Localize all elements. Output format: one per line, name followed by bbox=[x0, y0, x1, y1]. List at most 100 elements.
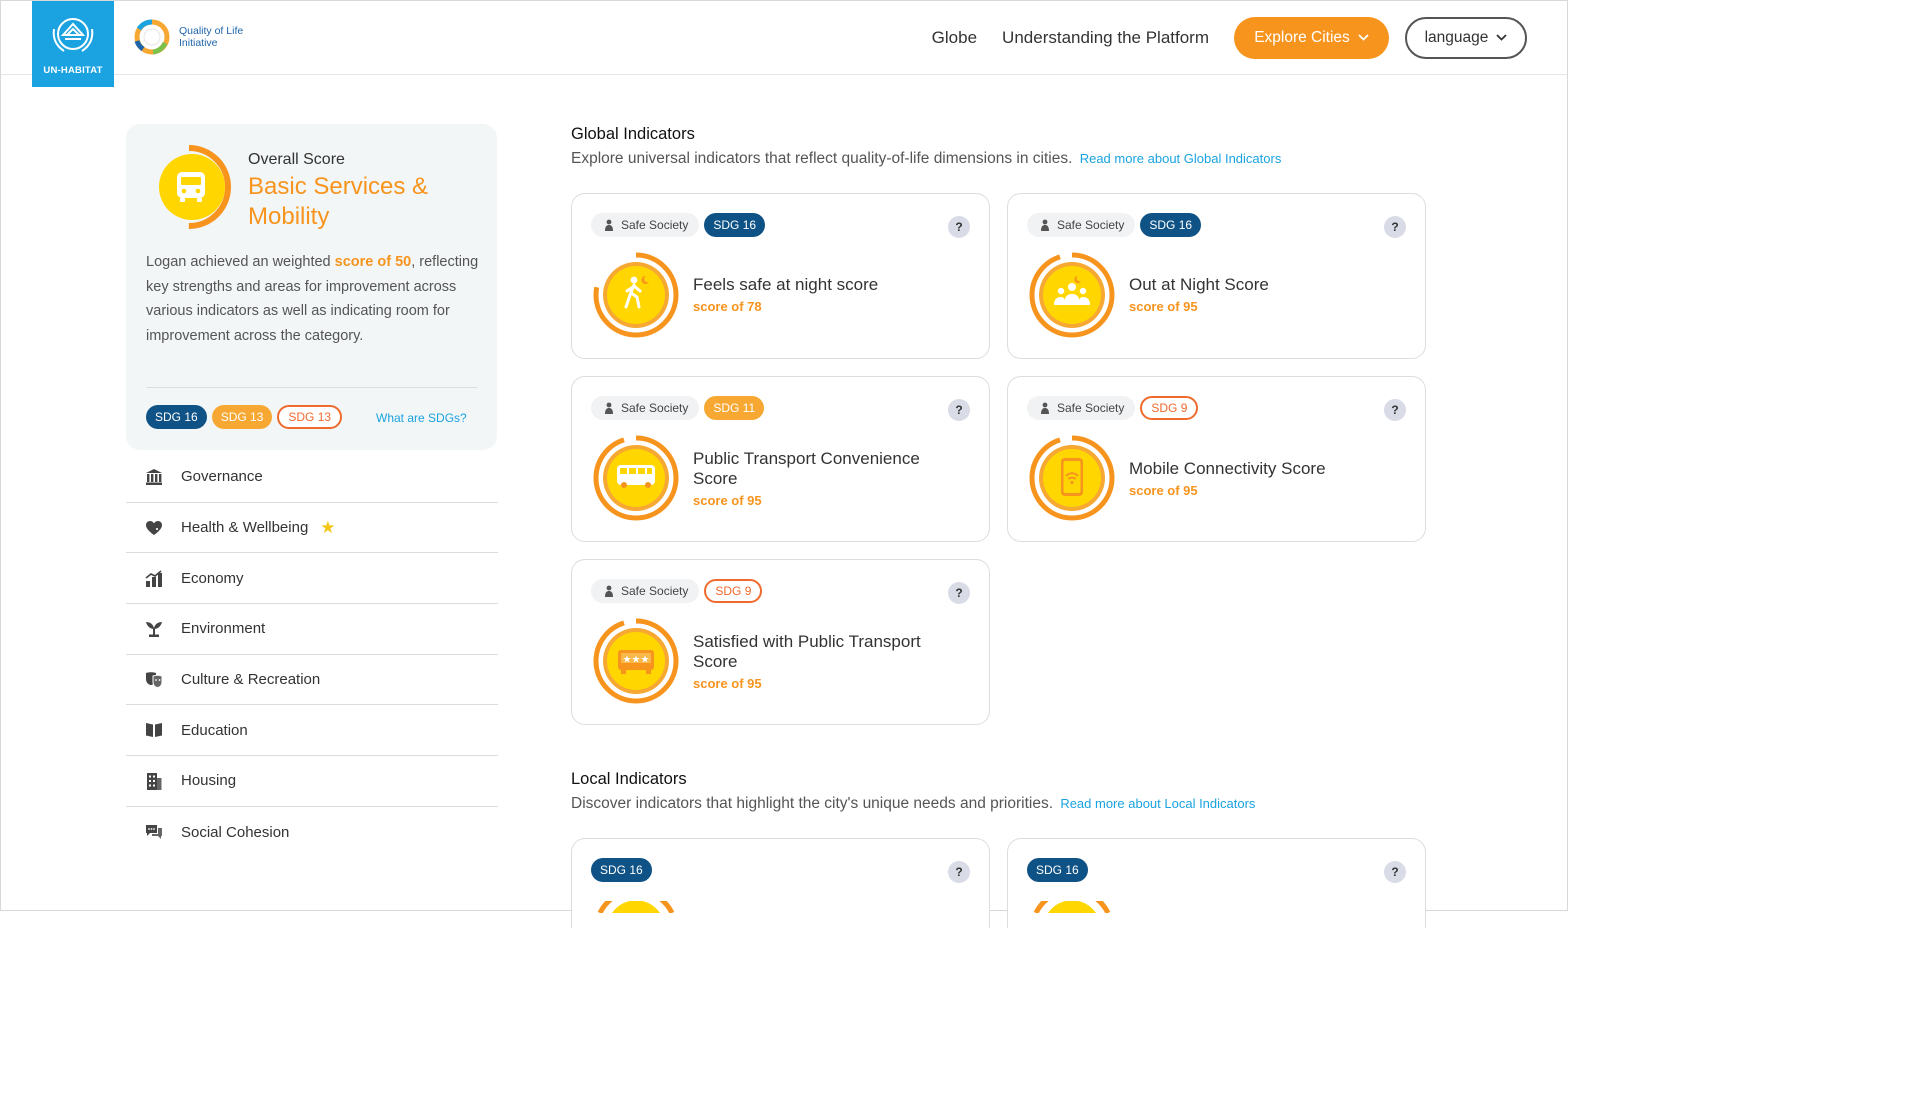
category-education[interactable]: Education bbox=[126, 705, 498, 757]
pin-icon bbox=[604, 585, 614, 597]
sdg-badges: SDG 16 SDG 13 SDG 13 bbox=[146, 405, 347, 429]
qol-emblem-icon bbox=[134, 19, 170, 55]
sdg-badge[interactable]: SDG 16 bbox=[591, 858, 652, 882]
book-icon bbox=[145, 721, 163, 739]
chat-icon bbox=[145, 823, 163, 841]
local-indicators-subtitle: Discover indicators that highlight the c… bbox=[571, 795, 1256, 812]
help-icon[interactable]: ? bbox=[1384, 216, 1406, 238]
sdg-badge[interactable]: SDG 16 bbox=[1027, 858, 1088, 882]
qol-initiative-text: Quality of Life Initiative bbox=[179, 25, 244, 49]
nav-globe[interactable]: Globe bbox=[932, 28, 977, 48]
category-social-cohesion[interactable]: Social Cohesion bbox=[126, 807, 498, 858]
sdg-badge[interactable]: SDG 9 bbox=[704, 579, 763, 603]
indicator-card-mobile-connectivity[interactable]: Safe Society SDG 9 ? Mobile Connectivity… bbox=[1007, 376, 1426, 542]
svg-text:★★★: ★★★ bbox=[623, 655, 650, 666]
help-icon[interactable]: ? bbox=[1384, 861, 1406, 883]
local-indicator-card[interactable]: SDG 16 ? bbox=[1007, 838, 1426, 928]
indicator-card-satisfied-public-transport[interactable]: Safe Society SDG 9 ? ★★★ Satisfied with … bbox=[571, 559, 990, 725]
indicator-score: score of 78 bbox=[693, 299, 762, 314]
category-housing[interactable]: Housing bbox=[126, 756, 498, 807]
indicator-score: score of 95 bbox=[693, 493, 762, 508]
theme-tag[interactable]: Safe Society bbox=[591, 213, 700, 237]
qol-initiative-logo[interactable]: Quality of Life Initiative bbox=[131, 17, 243, 57]
score-ring bbox=[597, 901, 675, 913]
indicator-name: Out at Night Score bbox=[1129, 275, 1269, 294]
category-label: Housing bbox=[181, 772, 237, 790]
score-ring bbox=[1029, 435, 1115, 521]
category-economy[interactable]: Economy bbox=[126, 553, 498, 605]
category-governance[interactable]: Governance bbox=[126, 452, 498, 503]
main-nav: Globe Understanding the Platform Explore… bbox=[932, 17, 1527, 59]
pin-icon bbox=[604, 402, 614, 414]
global-indicators-link[interactable]: Read more about Global Indicators bbox=[1080, 151, 1282, 166]
category-label: Governance bbox=[181, 468, 263, 486]
explore-cities-button[interactable]: Explore Cities bbox=[1234, 17, 1389, 59]
indicator-name: Mobile Connectivity Score bbox=[1129, 459, 1326, 478]
indicator-name: Satisfied with Public Transport Score bbox=[693, 632, 921, 671]
masks-icon bbox=[145, 671, 163, 689]
un-habitat-text: UN-HABITAT bbox=[43, 65, 103, 76]
help-icon[interactable]: ? bbox=[1384, 399, 1406, 421]
chevron-down-icon bbox=[1496, 32, 1508, 44]
indicator-score: score of 95 bbox=[693, 676, 762, 691]
overall-score-title: Basic Services & Mobility bbox=[248, 173, 429, 230]
score-ring bbox=[1029, 252, 1115, 338]
local-indicators-title: Local Indicators bbox=[571, 770, 687, 788]
help-icon[interactable]: ? bbox=[948, 582, 970, 604]
theme-tag[interactable]: Safe Society bbox=[1027, 213, 1136, 237]
language-select[interactable]: language bbox=[1405, 17, 1527, 59]
sdg-badge[interactable]: SDG 16 bbox=[146, 405, 207, 429]
indicator-score: score of 95 bbox=[1129, 299, 1198, 314]
indicator-card-out-at-night[interactable]: Safe Society SDG 16 ? Out at Night Score… bbox=[1007, 193, 1426, 359]
category-label: Social Cohesion bbox=[181, 823, 290, 841]
governance-icon bbox=[145, 468, 163, 486]
indicator-score: score of 95 bbox=[1129, 483, 1198, 498]
indicator-card-public-transport-convenience[interactable]: Safe Society SDG 11 ? Public Transport C… bbox=[571, 376, 990, 542]
mobile-wifi-icon bbox=[1061, 458, 1083, 496]
global-indicators-title: Global Indicators bbox=[571, 125, 695, 143]
help-icon[interactable]: ? bbox=[948, 216, 970, 238]
divider bbox=[146, 387, 477, 388]
score-ring: ★★★ bbox=[593, 618, 679, 704]
sdg-badge[interactable]: SDG 9 bbox=[1140, 396, 1199, 420]
pin-icon bbox=[1040, 402, 1050, 414]
score-ring bbox=[1033, 901, 1111, 913]
chevron-down-icon bbox=[1358, 32, 1369, 44]
economy-icon bbox=[145, 569, 163, 587]
overall-score-description: Logan achieved an weighted score of 50, … bbox=[146, 254, 479, 344]
overall-score-card: Overall Score Basic Services & Mobility … bbox=[126, 124, 497, 450]
pin-icon bbox=[604, 219, 614, 231]
indicator-name: Public Transport Convenience Score bbox=[693, 449, 920, 488]
category-label: Culture & Recreation bbox=[181, 671, 321, 689]
star-icon: ★ bbox=[320, 517, 336, 537]
what-are-sdgs-link[interactable]: What are SDGs? bbox=[376, 411, 467, 425]
local-indicator-card[interactable]: SDG 16 ? bbox=[571, 838, 990, 928]
category-label: Education bbox=[181, 721, 248, 739]
category-environment[interactable]: Environment bbox=[126, 604, 498, 655]
theme-tag[interactable]: Safe Society bbox=[591, 396, 700, 420]
sdg-badge[interactable]: SDG 13 bbox=[277, 405, 343, 429]
sdg-badge[interactable]: SDG 13 bbox=[211, 405, 273, 429]
theme-tag[interactable]: Safe Society bbox=[591, 579, 700, 603]
help-icon[interactable]: ? bbox=[948, 861, 970, 883]
local-indicators-link[interactable]: Read more about Local Indicators bbox=[1060, 796, 1255, 811]
theme-tag[interactable]: Safe Society bbox=[1027, 396, 1136, 420]
overall-score-ring bbox=[147, 145, 231, 229]
indicator-card-feels-safe[interactable]: Safe Society SDG 16 ? Feels safe at nigh… bbox=[571, 193, 990, 359]
category-label: Environment bbox=[181, 620, 266, 638]
overall-score-label: Overall Score bbox=[248, 151, 345, 168]
indicator-name: Feels safe at night score bbox=[693, 275, 879, 294]
nav-understanding-platform[interactable]: Understanding the Platform bbox=[1002, 28, 1209, 48]
sdg-badge[interactable]: SDG 11 bbox=[704, 396, 765, 420]
pin-icon bbox=[1040, 219, 1050, 231]
sdg-badge[interactable]: SDG 16 bbox=[1140, 213, 1202, 237]
score-ring bbox=[593, 435, 679, 521]
un-habitat-logo[interactable]: UN-HABITAT bbox=[32, 1, 114, 87]
category-culture-recreation[interactable]: Culture & Recreation bbox=[126, 655, 498, 706]
help-icon[interactable]: ? bbox=[948, 399, 970, 421]
bus-icon bbox=[177, 172, 205, 202]
category-health-wellbeing[interactable]: Health & Wellbeing ★ bbox=[126, 503, 498, 554]
category-label: Health & Wellbeing bbox=[181, 519, 309, 537]
heart-icon bbox=[145, 519, 163, 537]
sdg-badge[interactable]: SDG 16 bbox=[704, 213, 766, 237]
